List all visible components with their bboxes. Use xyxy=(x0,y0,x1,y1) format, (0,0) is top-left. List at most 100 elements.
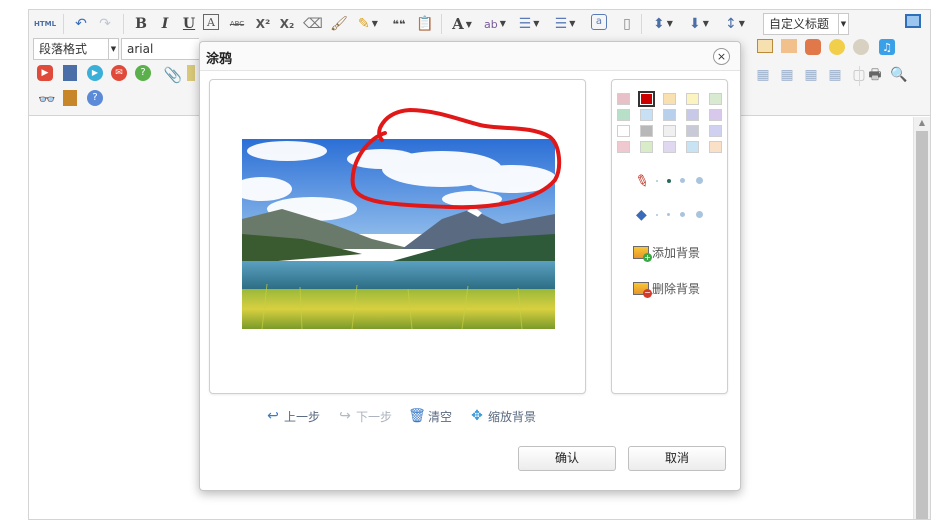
brush-size-1[interactable] xyxy=(656,180,658,182)
clear-button[interactable]: 🗑 清空 xyxy=(408,406,452,426)
confirm-button[interactable]: 确认 xyxy=(518,446,616,471)
undo-icon[interactable]: ↶ xyxy=(71,14,91,34)
paste-text-icon[interactable]: 📋 xyxy=(415,14,435,34)
strikethrough-button[interactable]: ABC xyxy=(227,14,247,34)
color-swatch[interactable] xyxy=(686,93,699,105)
unordered-list-icon[interactable]: ☰ ▼ xyxy=(551,14,579,34)
color-swatch[interactable] xyxy=(686,141,699,153)
row-spacing-top-icon[interactable]: ⬍ ▼ xyxy=(649,14,677,34)
font-family-value: arial xyxy=(127,42,154,56)
bold-button[interactable]: B xyxy=(131,14,151,34)
insert-frame-icon[interactable] xyxy=(187,65,195,81)
print-icon[interactable]: 🖶 xyxy=(865,65,885,85)
remove-background-button[interactable]: − 删除背景 xyxy=(633,279,701,298)
save-icon[interactable] xyxy=(63,65,77,81)
eraser-size-4[interactable] xyxy=(696,211,703,218)
color-swatch[interactable] xyxy=(663,125,676,137)
color-swatch[interactable] xyxy=(640,125,653,137)
editor-scrollbar[interactable]: ▲ xyxy=(913,117,930,519)
move-arrows-icon: ✥ xyxy=(471,408,483,424)
font-border-icon[interactable]: A xyxy=(203,14,219,30)
html-source-button[interactable]: HTML xyxy=(33,14,57,34)
table-icon[interactable]: ▦ xyxy=(753,65,773,85)
redo-button[interactable]: ↪ 下一步 xyxy=(336,406,392,426)
color-swatch[interactable] xyxy=(617,93,630,105)
scrawl-icon[interactable] xyxy=(853,39,869,55)
music-icon[interactable]: ♫ xyxy=(879,39,895,55)
dialog-titlebar[interactable]: 涂鸦 × xyxy=(200,42,740,71)
select-all-icon[interactable]: a xyxy=(591,14,607,30)
map-icon[interactable] xyxy=(805,39,821,55)
brush-size-3[interactable] xyxy=(680,178,685,183)
magic-wand-icon[interactable]: ✎ ▼ xyxy=(355,14,381,34)
preview-icon[interactable]: 🔍 xyxy=(889,65,909,85)
italic-button[interactable]: I xyxy=(155,14,175,34)
close-icon[interactable]: × xyxy=(713,48,730,65)
table-row-icon[interactable]: ▦ xyxy=(777,65,797,85)
superscript-button[interactable]: X² xyxy=(253,14,273,34)
color-swatch[interactable] xyxy=(663,93,676,105)
help-icon[interactable]: ? xyxy=(87,90,103,106)
subscript-button[interactable]: X₂ xyxy=(277,14,297,34)
undo-button[interactable]: ↩ 上一步 xyxy=(264,406,320,426)
scroll-up-arrow-icon[interactable]: ▲ xyxy=(914,117,930,129)
scroll-thumb[interactable] xyxy=(916,131,928,519)
play-icon[interactable]: ▶ xyxy=(87,65,103,81)
font-color-button[interactable]: A ▼ xyxy=(449,14,475,34)
color-swatch[interactable] xyxy=(686,109,699,121)
font-family-select[interactable]: arial xyxy=(121,38,199,60)
shop-icon[interactable]: ✉ xyxy=(111,65,127,81)
color-swatch[interactable] xyxy=(617,125,630,137)
fullscreen-icon[interactable] xyxy=(905,14,921,28)
remove-background-icon: − xyxy=(633,281,652,298)
color-swatch[interactable] xyxy=(617,109,630,121)
line-height-icon[interactable]: ↕ ▼ xyxy=(721,14,749,34)
multi-image-icon[interactable] xyxy=(781,39,797,53)
help-circle-icon[interactable]: ? xyxy=(135,65,151,81)
image-icon[interactable] xyxy=(757,39,773,53)
attachment-icon[interactable]: 📎 xyxy=(163,65,183,85)
eraser-format-icon[interactable]: ⌫ xyxy=(303,14,323,34)
drawing-canvas[interactable] xyxy=(209,79,586,394)
color-swatch[interactable] xyxy=(709,93,722,105)
color-swatch[interactable] xyxy=(617,141,630,153)
custom-heading-value: 自定义标题 xyxy=(769,17,830,31)
color-swatch[interactable] xyxy=(640,141,653,153)
remove-background-label: 删除背景 xyxy=(652,281,701,296)
eraser-size-3[interactable] xyxy=(680,212,685,217)
pencil-icon[interactable]: ✎ xyxy=(633,170,655,192)
table-col-icon[interactable]: ▦ xyxy=(801,65,821,85)
row-spacing-bottom-icon[interactable]: ⬇ ▼ xyxy=(685,14,713,34)
ordered-list-icon[interactable]: ☰ ▼ xyxy=(515,14,543,34)
color-swatch[interactable] xyxy=(638,91,655,107)
emotion-icon[interactable] xyxy=(829,39,845,55)
redo-icon[interactable]: ↷ xyxy=(95,14,115,34)
cancel-button[interactable]: 取消 xyxy=(628,446,726,471)
scale-background-button[interactable]: ✥ 缩放背景 xyxy=(468,406,536,426)
color-swatch[interactable] xyxy=(709,109,722,121)
template-icon[interactable] xyxy=(63,90,77,106)
add-background-button[interactable]: + 添加背景 xyxy=(633,243,701,262)
paragraph-format-select[interactable]: 段落格式 ▼ xyxy=(33,38,119,60)
color-swatch[interactable] xyxy=(640,109,653,121)
color-swatch[interactable] xyxy=(663,109,676,121)
eraser-size-1[interactable] xyxy=(656,214,658,216)
underline-button[interactable]: U xyxy=(179,14,199,34)
color-swatch[interactable] xyxy=(663,141,676,153)
search-replace-icon[interactable]: 👓 xyxy=(37,90,57,110)
color-swatch[interactable] xyxy=(709,141,722,153)
format-brush-icon[interactable]: 🖌 xyxy=(329,14,349,34)
brush-size-2[interactable] xyxy=(667,179,671,183)
highlight-color-icon[interactable]: ab ▼ xyxy=(481,14,509,34)
merge-cells-icon[interactable]: ▦ xyxy=(825,65,845,85)
eraser-icon[interactable]: ◆ xyxy=(636,207,652,223)
video-icon[interactable]: ▶ xyxy=(37,65,53,81)
custom-heading-select[interactable]: 自定义标题 ▼ xyxy=(763,13,849,35)
clear-doc-icon[interactable]: ▯ xyxy=(617,14,637,34)
color-swatch[interactable] xyxy=(709,125,722,137)
color-swatch[interactable] xyxy=(686,125,699,137)
add-background-label: 添加背景 xyxy=(652,245,701,260)
blockquote-button[interactable]: ❝❝ xyxy=(389,14,409,34)
brush-size-4[interactable] xyxy=(696,177,703,184)
eraser-size-2[interactable] xyxy=(667,213,670,216)
